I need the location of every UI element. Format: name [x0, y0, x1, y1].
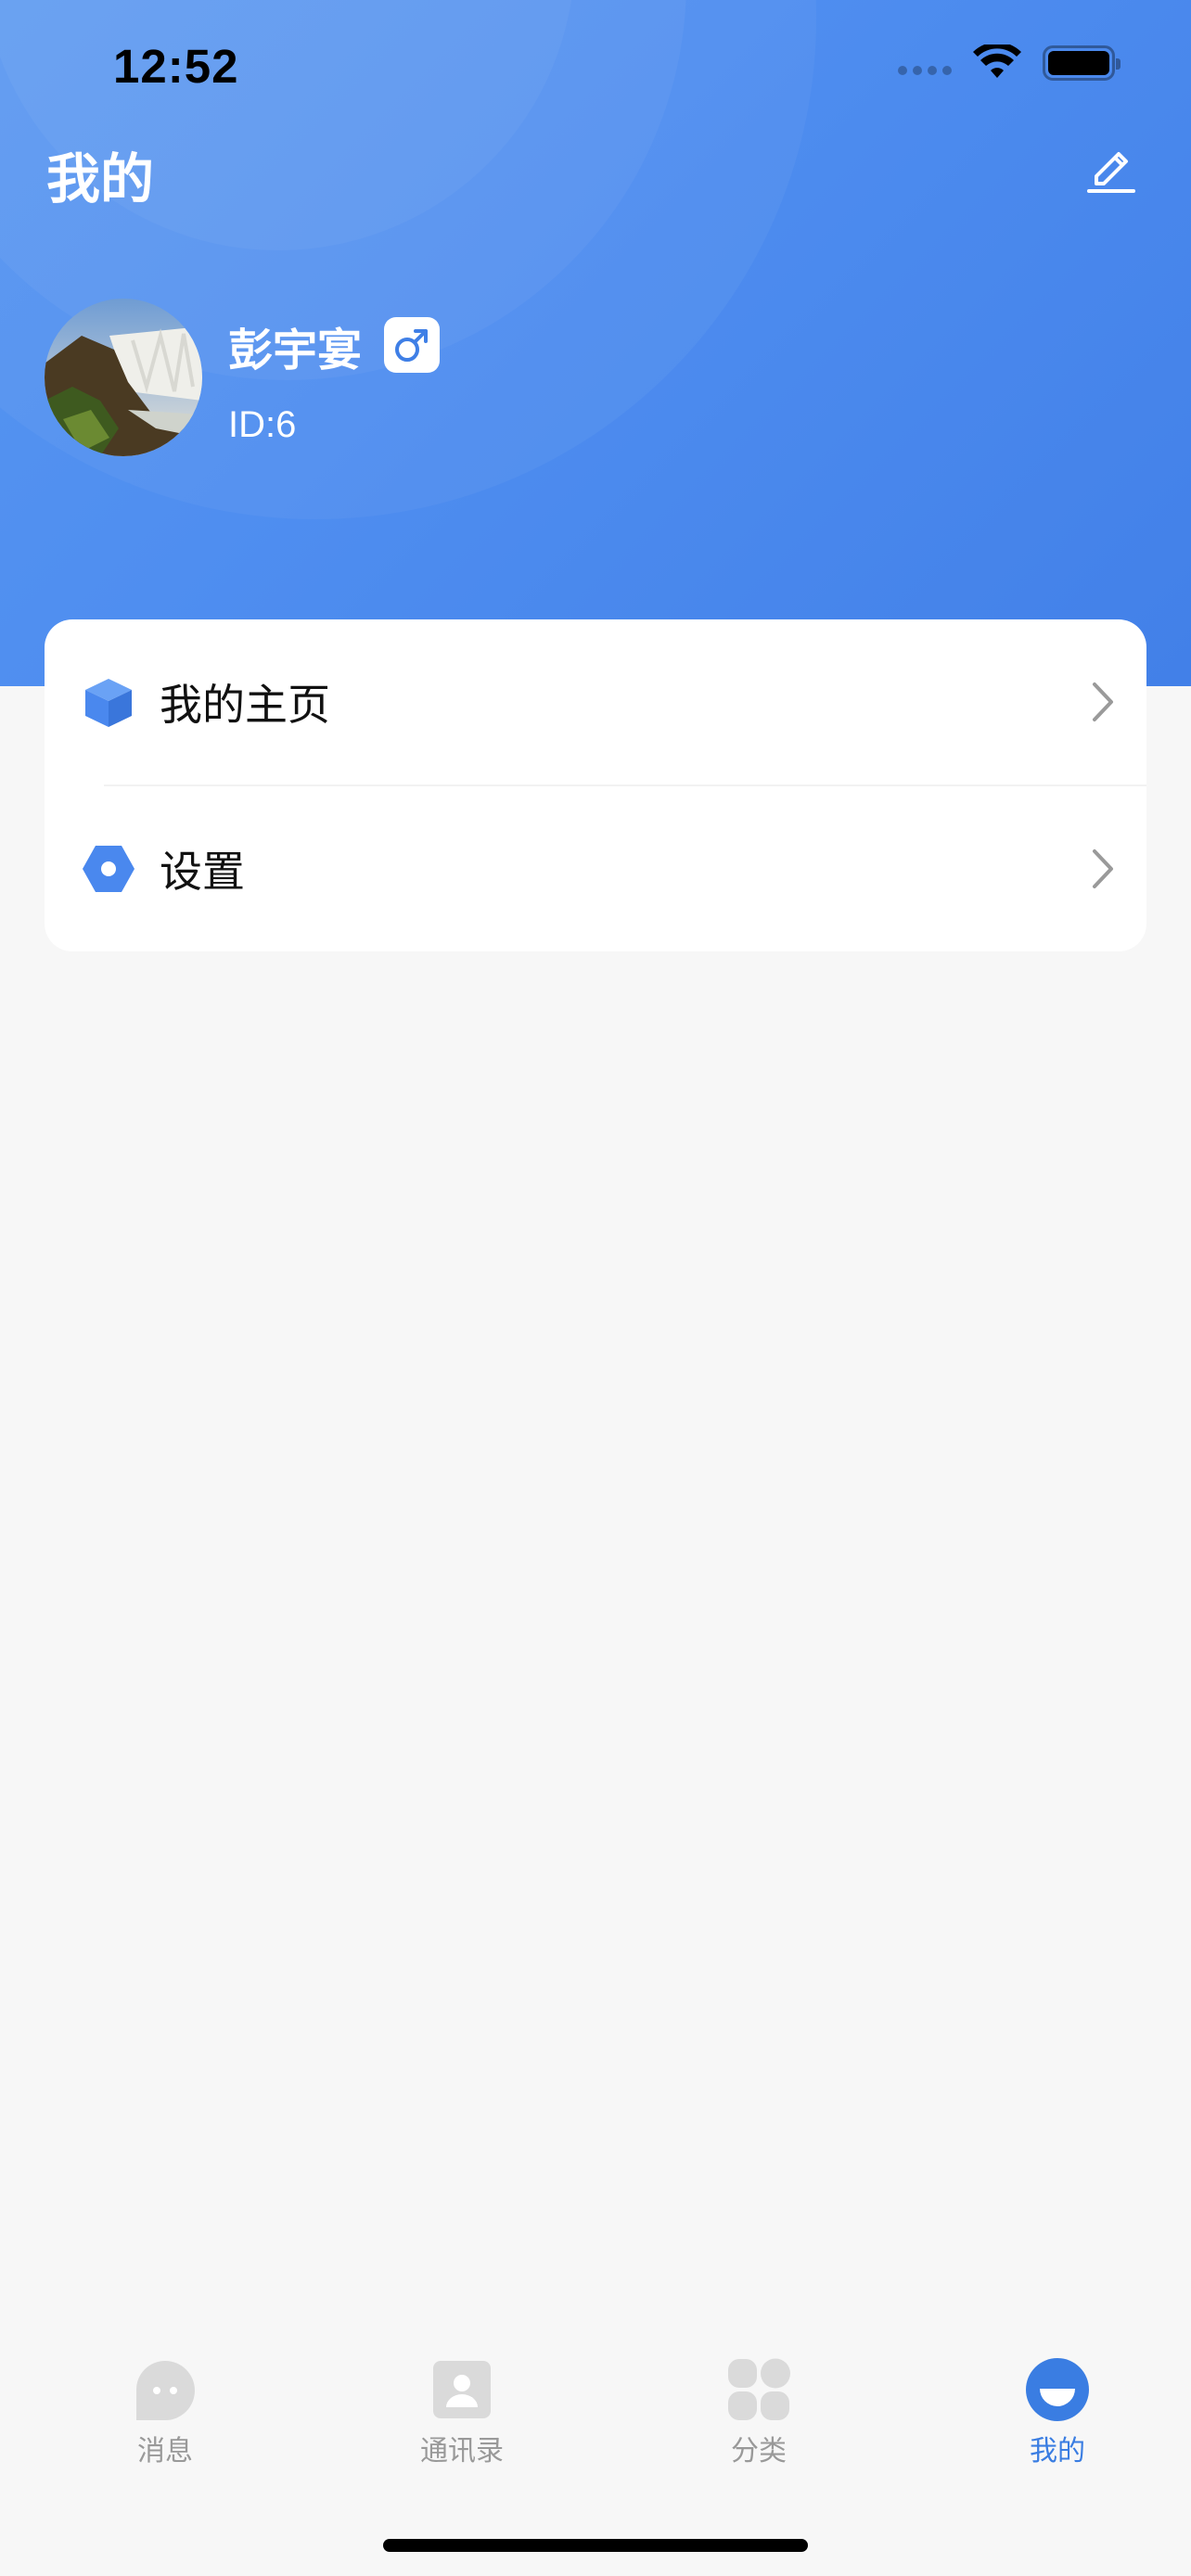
tab-messages[interactable]: 消息	[91, 2355, 239, 2494]
avatar[interactable]	[45, 299, 202, 456]
chevron-right-icon	[1093, 849, 1113, 888]
username: 彭宇宴	[228, 325, 363, 376]
tab-contacts[interactable]: 通讯录	[388, 2355, 536, 2494]
cellular-signal-icon	[898, 66, 952, 75]
chevron-right-icon	[1093, 682, 1113, 721]
page-title: 我的	[46, 147, 155, 210]
battery-icon	[1043, 45, 1121, 81]
status-time: 12:52	[113, 40, 239, 93]
hexagon-settings-icon	[83, 846, 134, 892]
contacts-icon	[433, 2361, 491, 2418]
tab-label: 我的	[1030, 2435, 1085, 2468]
profile-face-icon	[1026, 2358, 1089, 2421]
menu-item-my-homepage[interactable]: 我的主页	[45, 619, 1146, 784]
status-icons	[898, 45, 1121, 82]
avatar-image	[45, 299, 202, 456]
tab-categories[interactable]: 分类	[685, 2355, 833, 2494]
wifi-icon	[973, 45, 1021, 78]
profile-page: 12:52 我的 彭宇宴 ID:6 我的主页 设置 消息 通讯录 分类 我的	[0, 0, 1191, 2576]
male-gender-icon	[395, 329, 428, 362]
chat-bubble-icon	[136, 2361, 195, 2420]
menu-item-label: 我的主页	[160, 680, 330, 730]
menu-card: 我的主页 设置	[45, 619, 1146, 951]
tab-label: 消息	[137, 2435, 193, 2468]
gender-badge	[384, 317, 440, 373]
menu-item-label: 设置	[160, 847, 245, 897]
menu-item-settings[interactable]: 设置	[45, 786, 1146, 951]
cube-icon	[85, 679, 132, 727]
tab-label: 通讯录	[420, 2435, 504, 2468]
edit-pencil-icon[interactable]	[1082, 137, 1141, 197]
tab-label: 分类	[731, 2435, 787, 2468]
home-indicator	[383, 2539, 808, 2552]
user-id: ID:6	[228, 404, 297, 445]
category-grid-icon	[728, 2358, 790, 2420]
tab-me[interactable]: 我的	[983, 2355, 1132, 2494]
